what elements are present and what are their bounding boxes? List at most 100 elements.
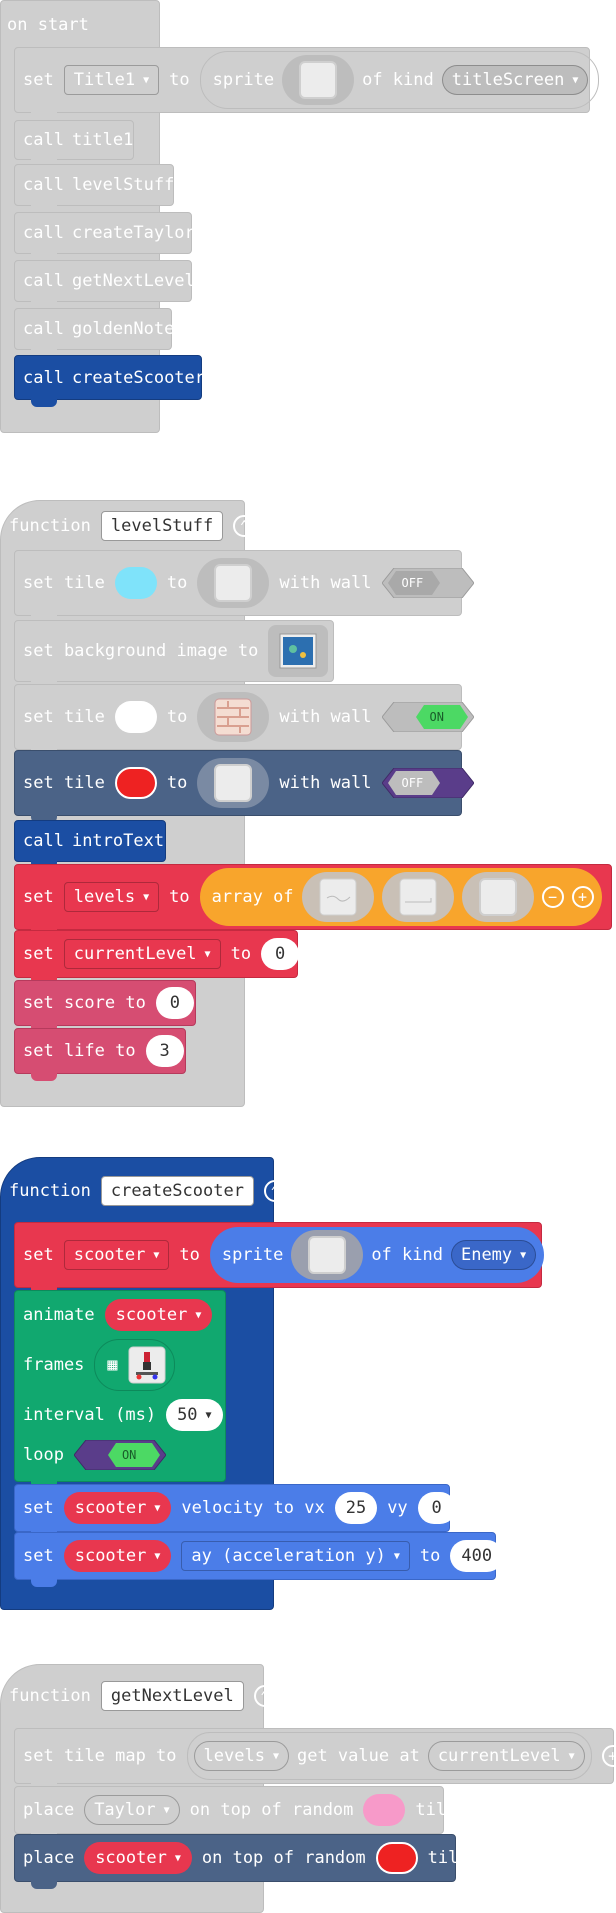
place-scooter-block[interactable]: place scooter ▼ on top of random tile — [14, 1834, 469, 1889]
call-createtaylor-block[interactable]: call createTaylor — [14, 212, 195, 261]
empty-image-icon — [308, 1236, 347, 1274]
tile-keyword: tile — [415, 1800, 457, 1820]
set-title-block[interactable]: set Title1 ▼ to sprite of kind titleScree… — [14, 47, 600, 120]
caret-down-icon: ▼ — [520, 1249, 527, 1261]
call-keyword: call — [23, 271, 64, 291]
set-acceleration-block[interactable]: set scooter ▼ ay (acceleration y) ▼ to 400 — [14, 1532, 504, 1587]
tile-color-red[interactable] — [114, 767, 157, 799]
function-name: createTaylor — [71, 223, 195, 243]
set-scooter-sprite-block[interactable]: set scooter ▼ to sprite of kind Enemy ▼ — [14, 1222, 545, 1295]
function-name-label: getNextLevel — [110, 1686, 234, 1706]
set-background-block[interactable]: set background image to — [14, 620, 334, 689]
currentlevel-value-input[interactable]: 0 — [261, 938, 300, 970]
wall-state: OFF — [401, 776, 424, 790]
set-velocity-block[interactable]: set scooter ▼ velocity to vx 25 vy 0 — [14, 1484, 456, 1539]
sprite-image-slot[interactable] — [282, 55, 355, 105]
call-levelstuff-block[interactable]: call levelStuff — [14, 164, 174, 213]
title1-var-dropdown[interactable]: Title1 ▼ — [63, 65, 160, 95]
array-of-reporter[interactable]: array of − + — [199, 868, 602, 926]
on-top-keyword: on top of random — [201, 1848, 366, 1868]
set-tile-block-1[interactable]: set tile to with wall OFF — [14, 550, 474, 623]
call-getnextlevel-row: call getNextLevel — [23, 261, 195, 301]
animate-block[interactable]: animate scooter ▼ frames ▦ interval (ms) … — [14, 1290, 226, 1489]
set-tile-keyword: set tile — [23, 707, 105, 727]
wall-state: OFF — [401, 576, 424, 590]
vy-input[interactable]: 0 — [417, 1492, 456, 1524]
tile-image-slot[interactable] — [197, 692, 270, 742]
loop-toggle-on[interactable]: ON — [73, 1440, 166, 1470]
set-currentlevel-row: set currentLevel ▼ to 0 — [23, 931, 300, 977]
function-name-field[interactable]: createScooter — [100, 1176, 254, 1206]
vx-input[interactable]: 25 — [334, 1492, 378, 1524]
kind-dropdown[interactable]: Enemy ▼ — [450, 1240, 537, 1270]
set-keyword: set — [23, 1546, 54, 1566]
function-name-field[interactable]: getNextLevel — [100, 1681, 244, 1711]
call-getnextlevel-block[interactable]: call getNextLevel — [14, 260, 195, 309]
set-tilemap-block[interactable]: set tile map to levels ▼ get value at cur… — [14, 1728, 616, 1791]
set-keyword: set — [23, 1245, 54, 1265]
set-score-block[interactable]: set score to 0 — [14, 980, 196, 1033]
life-value-input[interactable]: 3 — [145, 1035, 184, 1067]
levels-var-dropdown[interactable]: levels ▼ — [63, 882, 160, 912]
interval-dropdown[interactable]: 50 ▼ — [166, 1399, 223, 1431]
place-taylor-block[interactable]: place Taylor ▼ on top of random tile — [14, 1786, 456, 1841]
property-dropdown[interactable]: ay (acceleration y) ▼ — [181, 1541, 410, 1571]
minus-icon[interactable]: − — [541, 886, 564, 908]
tile-image-slot[interactable] — [197, 758, 270, 808]
wall-toggle-off[interactable]: OFF — [381, 768, 474, 798]
scooter-var-reporter[interactable]: scooter ▼ — [84, 1842, 192, 1874]
var-label: Taylor — [94, 1800, 156, 1820]
sprite-keyword: sprite — [212, 70, 275, 90]
call-goldennote-block[interactable]: call goldenNote — [14, 308, 174, 357]
tile-color-white[interactable] — [114, 701, 157, 733]
tilemap-slot-2[interactable] — [381, 872, 454, 922]
place-scooter-row: place scooter ▼ on top of random tile — [23, 1835, 469, 1881]
tile-color-cyan[interactable] — [114, 567, 157, 599]
collapse-icon[interactable]: ⌃ — [253, 1685, 276, 1707]
acceleration-value-input[interactable]: 400 — [450, 1540, 504, 1572]
currentlevel-var-dropdown[interactable]: currentLevel ▼ — [63, 939, 221, 969]
title1-var-label: Title1 — [73, 70, 136, 90]
set-currentlevel-block[interactable]: set currentLevel ▼ to 0 — [14, 930, 300, 985]
wall-toggle-on[interactable]: ON — [381, 702, 474, 732]
get-value-at-reporter[interactable]: levels ▼ get value at currentLevel ▼ — [186, 1732, 592, 1780]
scooter-var-dropdown[interactable]: scooter ▼ — [63, 1240, 170, 1270]
taylor-var-reporter[interactable]: Taylor ▼ — [84, 1795, 180, 1825]
tilemap-slot-1[interactable] — [301, 872, 374, 922]
set-levels-block[interactable]: set levels ▼ to array of − + — [14, 864, 612, 937]
set-tile-block-2[interactable]: set tile to with wall ON — [14, 684, 474, 757]
tile-color-pink[interactable] — [363, 1794, 406, 1826]
collapse-icon[interactable]: ⌃ — [263, 1180, 286, 1202]
scooter-var-reporter[interactable]: scooter ▼ — [63, 1540, 172, 1572]
call-keyword: call — [23, 175, 64, 195]
set-keyword: set — [23, 70, 54, 90]
sprite-of-kind-reporter[interactable]: sprite of kind Enemy ▼ — [209, 1227, 545, 1283]
sprite-image-slot[interactable] — [291, 1230, 364, 1280]
levels-list-reporter[interactable]: levels ▼ — [193, 1741, 289, 1771]
call-introtext-block[interactable]: call introText — [14, 820, 166, 869]
score-value-input[interactable]: 0 — [155, 987, 194, 1019]
collapse-icon[interactable]: ⌃ — [233, 515, 256, 537]
plus-icon[interactable]: + — [571, 886, 594, 908]
plus-icon[interactable]: + — [601, 1745, 616, 1767]
scooter-var-reporter[interactable]: scooter ▼ — [104, 1299, 213, 1331]
tile-color-red[interactable] — [375, 1842, 418, 1874]
with-wall-keyword: with wall — [279, 773, 372, 793]
to-keyword: to — [419, 1546, 441, 1566]
wall-toggle-off[interactable]: OFF — [381, 568, 474, 598]
call-createscooter-block[interactable]: call createScooter — [14, 355, 205, 407]
set-tile-block-3[interactable]: set tile to with wall OFF — [14, 750, 474, 823]
function-name-field[interactable]: levelStuff — [100, 511, 224, 541]
scooter-var-reporter[interactable]: scooter ▼ — [63, 1492, 172, 1524]
tilemap-slot-3[interactable] — [461, 872, 534, 922]
of-kind-keyword: of kind — [371, 1245, 443, 1265]
sprite-of-kind-reporter[interactable]: sprite of kind titleScreen ▼ — [199, 51, 600, 109]
set-life-block[interactable]: set life to 3 — [14, 1028, 186, 1081]
currentlevel-reporter[interactable]: currentLevel ▼ — [427, 1741, 585, 1771]
caret-down-icon: ▼ — [568, 1750, 575, 1762]
frames-slot[interactable]: ▦ — [94, 1339, 175, 1391]
call-title1-block[interactable]: call title1 — [14, 120, 134, 167]
background-image-slot[interactable] — [268, 625, 329, 677]
kind-dropdown[interactable]: titleScreen ▼ — [441, 65, 589, 95]
tile-image-slot[interactable] — [197, 558, 270, 608]
